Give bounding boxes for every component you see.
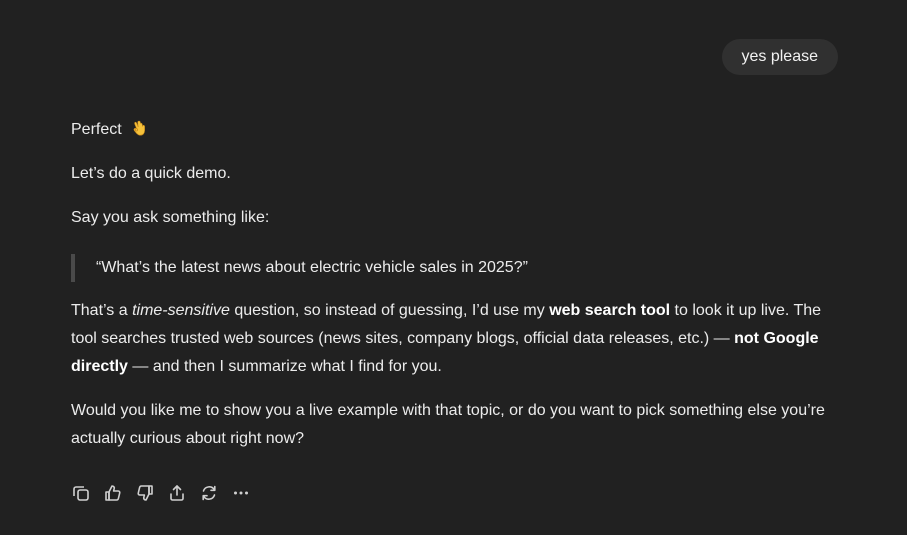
perfect-text: Perfect: [71, 121, 122, 138]
para4-emphasis: time-sensitive: [132, 302, 230, 319]
regenerate-icon: [202, 485, 216, 501]
message-action-toolbar: [71, 481, 263, 505]
regenerate-button[interactable]: [199, 481, 231, 505]
copy-button[interactable]: [71, 481, 103, 505]
more-actions-button[interactable]: [231, 481, 263, 505]
assistant-line-say: Say you ask something like:: [71, 209, 270, 226]
user-message-bubble: yes please: [721, 39, 838, 75]
example-quote: “What’s the latest news about electric v…: [71, 254, 841, 282]
user-message-text: yes please: [741, 48, 819, 65]
copy-icon: [73, 486, 89, 501]
example-quote-text: “What’s the latest news about electric v…: [96, 259, 528, 276]
thumbs-up-icon: [105, 485, 121, 501]
assistant-paragraph-question: Would you like me to show you a live exa…: [71, 402, 825, 447]
assistant-message: Perfect Let’s do a quick demo. Say you a…: [71, 116, 841, 453]
share-button[interactable]: [167, 481, 199, 505]
thumbs-down-icon: [137, 485, 153, 501]
para4-text-d: — and then I summarize what I find for y…: [127, 358, 442, 375]
more-icon: [234, 491, 248, 495]
assistant-line-perfect: Perfect: [71, 116, 841, 144]
good-response-button[interactable]: [103, 481, 135, 505]
para4-text-a: That’s a: [71, 302, 133, 319]
assistant-line-demo: Let’s do a quick demo.: [71, 165, 231, 182]
para4-bold-web-search-tool: web search tool: [549, 302, 671, 319]
bad-response-button[interactable]: [135, 481, 167, 505]
assistant-paragraph-explanation: That’s a time-sensitive question, so ins…: [71, 297, 841, 381]
para4-text-b: question, so instead of guessing, I’d us…: [229, 302, 550, 319]
share-icon: [170, 485, 184, 501]
ok-hand-emoji-icon: [130, 119, 148, 137]
